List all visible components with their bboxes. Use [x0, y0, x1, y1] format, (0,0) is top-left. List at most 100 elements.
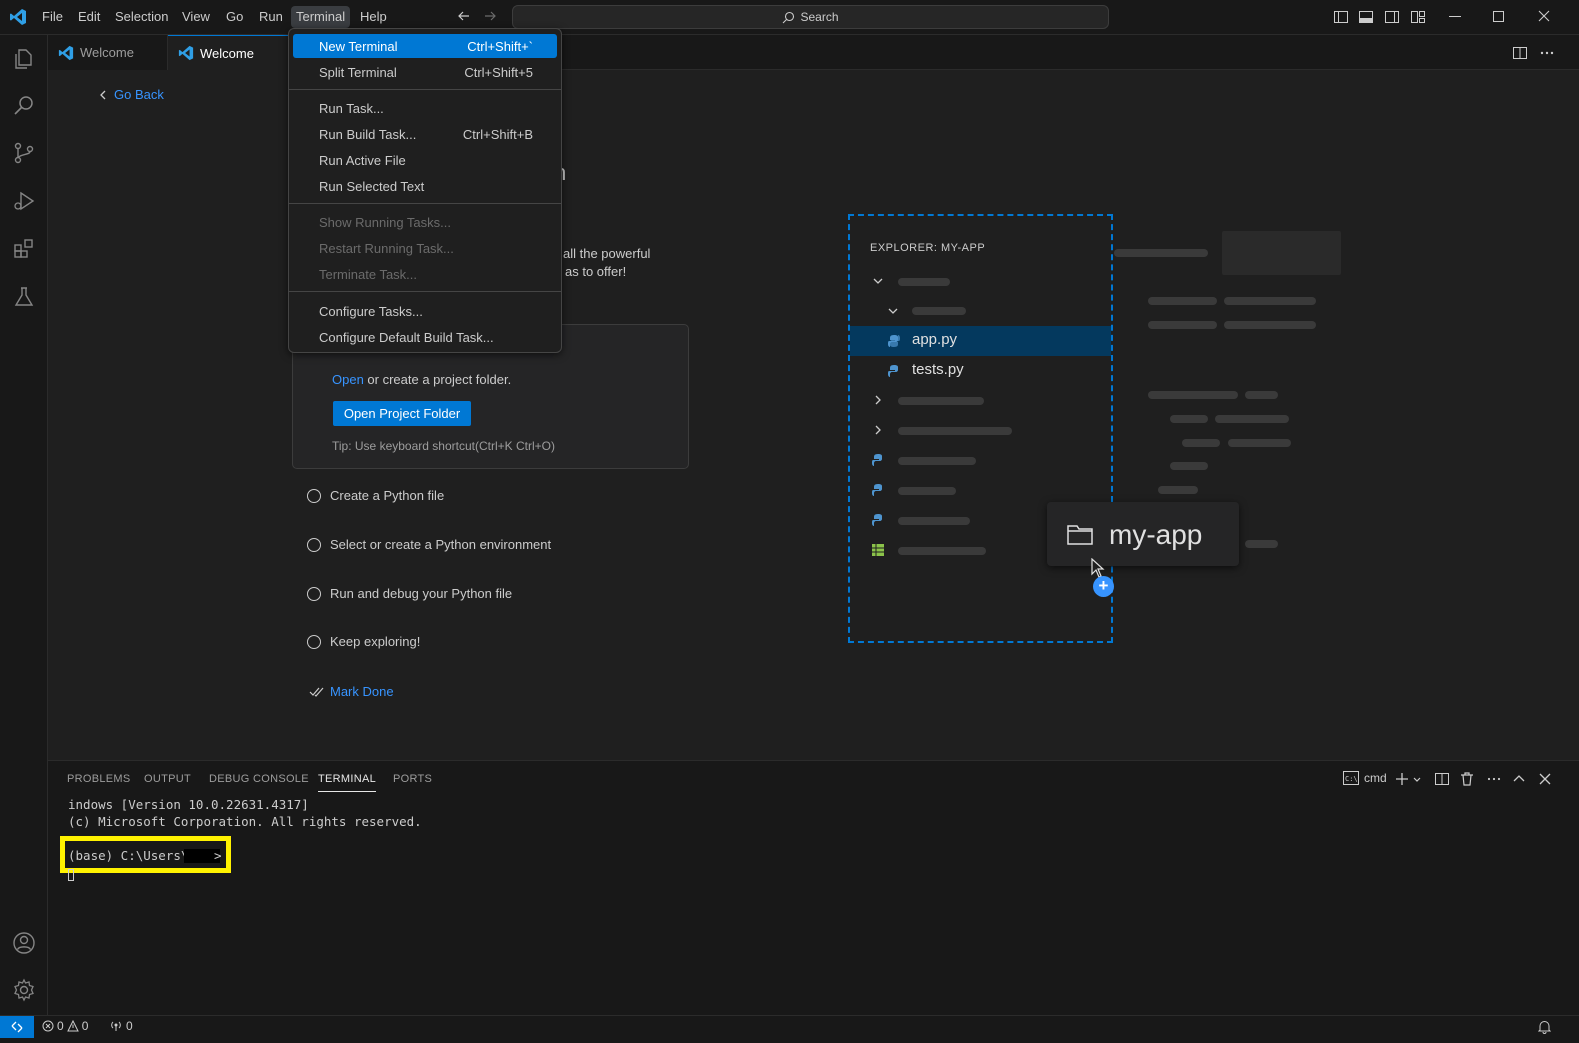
activity-bar: [0, 35, 48, 1015]
spreadsheet-file-icon: [871, 543, 885, 557]
panel-tab-terminal[interactable]: TERMINAL: [318, 773, 377, 792]
menu-item-new-terminal[interactable]: New Terminal Ctrl+Shift+`: [293, 34, 557, 58]
placeholder-bar: [898, 397, 984, 405]
menu-help[interactable]: Help: [355, 6, 392, 28]
step-select-environment[interactable]: Select or create a Python environment: [307, 537, 551, 552]
placeholder-bar: [898, 457, 976, 465]
placeholder-bar: [898, 427, 1012, 435]
step-run-debug[interactable]: Run and debug your Python file: [307, 586, 512, 601]
forward-arrow-icon[interactable]: [483, 9, 497, 23]
back-arrow-icon[interactable]: [457, 9, 471, 23]
placeholder-bar: [1224, 321, 1316, 329]
terminal-dropdown-chevron-icon[interactable]: [1412, 775, 1422, 785]
maximize-panel-chevron-icon[interactable]: [1512, 772, 1526, 786]
error-icon: [42, 1020, 54, 1032]
keyboard-shortcut-tip: Tip: Use keyboard shortcut(Ctrl+K Ctrl+O…: [332, 439, 555, 453]
broadcast-icon: [109, 1020, 123, 1032]
close-window-icon[interactable]: [1537, 9, 1551, 23]
placeholder-bar: [1148, 391, 1238, 399]
python-file-icon: [871, 483, 885, 497]
placeholder-bar: [1170, 462, 1208, 470]
mark-done-link[interactable]: Mark Done: [309, 684, 394, 699]
menu-item-terminate-task: Terminate Task...: [319, 267, 418, 282]
toggle-panel-icon[interactable]: [1358, 9, 1374, 25]
menu-item-run-task[interactable]: Run Task...: [293, 96, 557, 120]
extensions-icon[interactable]: [12, 237, 36, 261]
panel-tab-output[interactable]: OUTPUT: [144, 773, 191, 785]
search-placeholder: Search: [800, 10, 839, 24]
go-back-link[interactable]: Go Back: [98, 87, 164, 102]
more-actions-icon[interactable]: [1539, 45, 1555, 61]
menu-item-show-running-tasks: Show Running Tasks...: [319, 215, 451, 230]
notifications-bell-icon[interactable]: [1538, 1020, 1551, 1034]
chevron-right-icon: [872, 424, 884, 436]
more-actions-icon[interactable]: [1487, 772, 1501, 786]
minimize-icon[interactable]: [1448, 9, 1462, 23]
menu-item-split-terminal[interactable]: Split Terminal Ctrl+Shift+5: [293, 60, 557, 84]
menu-file[interactable]: File: [37, 6, 68, 28]
title-bar: File Edit Selection View Go Run Terminal…: [0, 0, 1579, 35]
walkthrough-description-line1: all the powerful: [563, 246, 651, 261]
explorer-icon[interactable]: [12, 47, 36, 71]
terminal-prompt-end: >: [214, 848, 222, 863]
welcome-walkthrough: Go Back n all the powerful as to offer! …: [48, 70, 1579, 760]
manage-gear-icon[interactable]: [12, 978, 36, 1002]
problems-indicator[interactable]: 0 0: [42, 1019, 88, 1033]
accounts-icon[interactable]: [12, 931, 36, 955]
panel-tab-debug-console[interactable]: DEBUG CONSOLE: [209, 773, 309, 785]
step-create-python-file[interactable]: Create a Python file: [307, 488, 444, 503]
split-terminal-icon[interactable]: [1435, 772, 1449, 786]
open-step-text: or create a project folder.: [363, 372, 512, 387]
menu-item-run-selected-text[interactable]: Run Selected Text: [293, 174, 557, 198]
step-keep-exploring[interactable]: Keep exploring!: [307, 634, 420, 649]
new-terminal-plus-icon[interactable]: [1395, 772, 1409, 786]
menu-item-run-active-file[interactable]: Run Active File: [293, 148, 557, 172]
tab-label: Welcome: [200, 45, 254, 61]
terminal-output-line: indows [Version 10.0.22631.4317]: [68, 797, 309, 812]
panel-tab-ports[interactable]: PORTS: [393, 773, 432, 785]
file-tests-py: tests.py: [912, 361, 964, 378]
menu-item-configure-default-build-task[interactable]: Configure Default Build Task...: [293, 325, 557, 349]
menu-terminal[interactable]: Terminal: [291, 6, 351, 28]
kill-terminal-trash-icon[interactable]: [1460, 772, 1474, 786]
editor-tab-bar: Welcome Welcome: [48, 35, 1579, 70]
placeholder-bar: [1245, 540, 1278, 548]
command-center-search[interactable]: Search: [512, 5, 1109, 29]
toggle-secondary-sidebar-icon[interactable]: [1384, 9, 1400, 25]
panel-tab-problems[interactable]: PROBLEMS: [67, 773, 131, 785]
terminal-prompt[interactable]: (base) C:\Users\: [68, 848, 188, 863]
menu-item-run-build-task[interactable]: Run Build Task... Ctrl+Shift+B: [293, 122, 557, 146]
tab-welcome-1[interactable]: Welcome: [48, 35, 168, 70]
python-file-icon: [871, 453, 885, 467]
split-editor-icon[interactable]: [1512, 45, 1528, 61]
placeholder-bar: [912, 307, 966, 315]
step-radio-icon: [307, 488, 321, 503]
remote-indicator[interactable]: [0, 1016, 34, 1038]
placeholder-bar: [1228, 439, 1291, 447]
placeholder-bar: [898, 278, 950, 286]
placeholder-bar: [1158, 486, 1198, 494]
toggle-primary-sidebar-icon[interactable]: [1333, 9, 1349, 25]
source-control-icon[interactable]: [12, 141, 36, 165]
python-file-icon: [871, 513, 885, 527]
search-view-icon[interactable]: [12, 93, 36, 117]
python-file-icon: [887, 334, 901, 348]
menu-view[interactable]: View: [177, 6, 215, 28]
open-link[interactable]: Open: [332, 372, 364, 387]
menu-edit[interactable]: Edit: [73, 6, 105, 28]
ports-indicator[interactable]: 0: [109, 1019, 133, 1033]
explorer-title: EXPLORER: MY-APP: [870, 242, 986, 254]
open-project-folder-button[interactable]: Open Project Folder: [333, 401, 471, 426]
close-panel-icon[interactable]: [1538, 772, 1552, 786]
menu-go[interactable]: Go: [221, 6, 248, 28]
run-debug-icon[interactable]: [12, 189, 36, 213]
terminal-profile-selector[interactable]: C:\ cmd: [1343, 771, 1387, 785]
maximize-icon[interactable]: [1492, 9, 1506, 23]
menu-item-configure-tasks[interactable]: Configure Tasks...: [293, 299, 557, 323]
placeholder-bar: [1245, 391, 1278, 399]
menu-selection[interactable]: Selection: [110, 6, 173, 28]
menu-run[interactable]: Run: [254, 6, 288, 28]
testing-flask-icon[interactable]: [12, 285, 36, 309]
warning-icon: [66, 1020, 79, 1032]
customize-layout-icon[interactable]: [1410, 9, 1426, 25]
